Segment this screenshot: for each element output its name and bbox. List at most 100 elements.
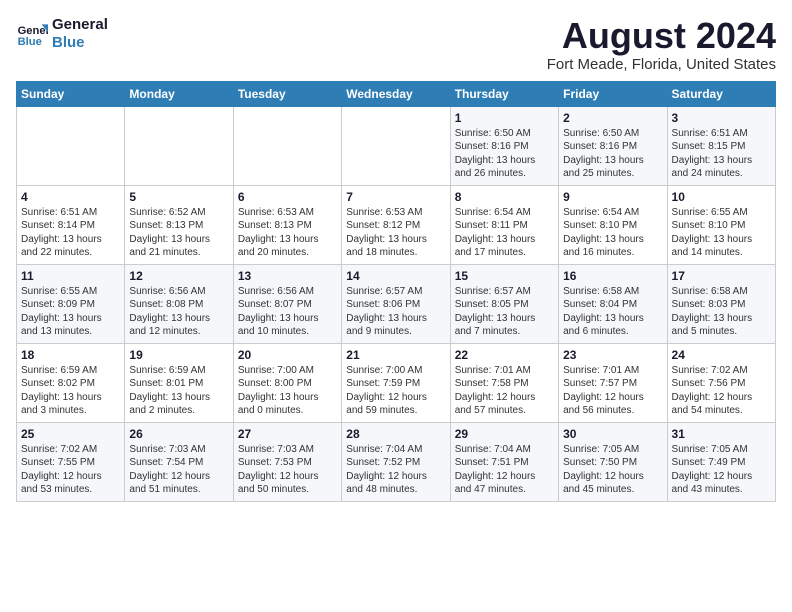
day-number: 16 (563, 269, 662, 283)
day-cell: 20 Sunrise: 7:00 AMSunset: 8:00 PMDayligh… (233, 343, 341, 422)
day-cell (233, 106, 341, 185)
day-cell: 10 Sunrise: 6:55 AMSunset: 8:10 PMDayligh… (667, 185, 775, 264)
day-cell: 14Sunrise: 6:57 AMSunset: 8:06 PMDayligh… (342, 264, 450, 343)
day-info: Sunrise: 6:51 AMSunset: 8:15 PMDaylight:… (672, 127, 771, 181)
day-number: 26 (129, 427, 228, 441)
day-cell: 27 Sunrise: 7:03 AMSunset: 7:53 PMDayligh… (233, 422, 341, 501)
day-number: 10 (672, 190, 771, 204)
day-cell: 2 Sunrise: 6:50 AMSunset: 8:16 PMDaylight… (559, 106, 667, 185)
day-cell: 23Sunrise: 7:01 AMSunset: 7:57 PMDayligh… (559, 343, 667, 422)
page-header: General Blue General Blue August 2024 Fo… (16, 16, 776, 73)
day-number: 30 (563, 427, 662, 441)
day-info: Sunrise: 7:03 AMSunset: 7:53 PMDaylight:… (238, 443, 337, 497)
day-number: 2 (563, 111, 662, 125)
day-info: Sunrise: 6:50 AMSunset: 8:16 PMDaylight:… (563, 127, 662, 181)
day-number: 12 (129, 269, 228, 283)
day-number: 6 (238, 190, 337, 204)
day-info: Sunrise: 7:01 AMSunset: 7:58 PMDaylight:… (455, 364, 554, 418)
day-info: Sunrise: 7:01 AMSunset: 7:57 PMDaylight:… (563, 364, 662, 418)
logo-line1: General (52, 16, 108, 34)
day-cell: 1Sunrise: 6:50 AMSunset: 8:16 PMDaylight… (450, 106, 558, 185)
day-info: Sunrise: 6:56 AMSunset: 8:08 PMDaylight:… (129, 285, 228, 339)
day-info: Sunrise: 7:04 AMSunset: 7:52 PMDaylight:… (346, 443, 445, 497)
day-number: 21 (346, 348, 445, 362)
week-row-3: 11Sunrise: 6:55 AMSunset: 8:09 PMDayligh… (17, 264, 776, 343)
day-cell: 24 Sunrise: 7:02 AMSunset: 7:56 PMDayligh… (667, 343, 775, 422)
day-number: 28 (346, 427, 445, 441)
day-info: Sunrise: 7:00 AMSunset: 7:59 PMDaylight:… (346, 364, 445, 418)
day-info: Sunrise: 6:58 AMSunset: 8:04 PMDaylight:… (563, 285, 662, 339)
day-number: 13 (238, 269, 337, 283)
day-info: Sunrise: 6:59 AMSunset: 8:02 PMDaylight:… (21, 364, 120, 418)
day-info: Sunrise: 6:51 AMSunset: 8:14 PMDaylight:… (21, 206, 120, 260)
day-number: 25 (21, 427, 120, 441)
day-cell: 8 Sunrise: 6:54 AMSunset: 8:11 PMDaylight… (450, 185, 558, 264)
day-number: 31 (672, 427, 771, 441)
day-cell: 16 Sunrise: 6:58 AMSunset: 8:04 PMDayligh… (559, 264, 667, 343)
day-cell: 26Sunrise: 7:03 AMSunset: 7:54 PMDayligh… (125, 422, 233, 501)
day-cell: 15 Sunrise: 6:57 AMSunset: 8:05 PMDayligh… (450, 264, 558, 343)
calendar-table: SundayMondayTuesdayWednesdayThursdayFrid… (16, 81, 776, 502)
week-row-4: 18 Sunrise: 6:59 AMSunset: 8:02 PMDayligh… (17, 343, 776, 422)
day-info: Sunrise: 7:02 AMSunset: 7:55 PMDaylight:… (21, 443, 120, 497)
day-info: Sunrise: 6:54 AMSunset: 8:10 PMDaylight:… (563, 206, 662, 260)
header-cell-thursday: Thursday (450, 81, 558, 106)
week-row-2: 4 Sunrise: 6:51 AMSunset: 8:14 PMDaylight… (17, 185, 776, 264)
day-info: Sunrise: 6:55 AMSunset: 8:10 PMDaylight:… (672, 206, 771, 260)
day-number: 15 (455, 269, 554, 283)
day-cell: 4 Sunrise: 6:51 AMSunset: 8:14 PMDaylight… (17, 185, 125, 264)
day-number: 4 (21, 190, 120, 204)
day-cell: 5Sunrise: 6:52 AMSunset: 8:13 PMDaylight… (125, 185, 233, 264)
day-info: Sunrise: 6:57 AMSunset: 8:05 PMDaylight:… (455, 285, 554, 339)
calendar-title: August 2024 (547, 16, 776, 56)
day-cell: 9Sunrise: 6:54 AMSunset: 8:10 PMDaylight… (559, 185, 667, 264)
day-cell: 12 Sunrise: 6:56 AMSunset: 8:08 PMDayligh… (125, 264, 233, 343)
day-cell: 29 Sunrise: 7:04 AMSunset: 7:51 PMDayligh… (450, 422, 558, 501)
day-info: Sunrise: 6:58 AMSunset: 8:03 PMDaylight:… (672, 285, 771, 339)
day-number: 3 (672, 111, 771, 125)
calendar-subtitle: Fort Meade, Florida, United States (547, 56, 776, 73)
day-number: 20 (238, 348, 337, 362)
day-cell: 6 Sunrise: 6:53 AMSunset: 8:13 PMDaylight… (233, 185, 341, 264)
day-info: Sunrise: 7:00 AMSunset: 8:00 PMDaylight:… (238, 364, 337, 418)
day-number: 29 (455, 427, 554, 441)
day-cell: 7Sunrise: 6:53 AMSunset: 8:12 PMDaylight… (342, 185, 450, 264)
day-info: Sunrise: 6:53 AMSunset: 8:12 PMDaylight:… (346, 206, 445, 260)
svg-text:Blue: Blue (18, 36, 42, 48)
day-number: 22 (455, 348, 554, 362)
day-number: 27 (238, 427, 337, 441)
logo: General Blue General Blue (16, 16, 108, 52)
header-cell-wednesday: Wednesday (342, 81, 450, 106)
day-info: Sunrise: 6:57 AMSunset: 8:06 PMDaylight:… (346, 285, 445, 339)
svg-text:General: General (18, 25, 48, 37)
day-info: Sunrise: 7:04 AMSunset: 7:51 PMDaylight:… (455, 443, 554, 497)
day-info: Sunrise: 7:05 AMSunset: 7:49 PMDaylight:… (672, 443, 771, 497)
header-cell-monday: Monday (125, 81, 233, 106)
day-number: 18 (21, 348, 120, 362)
day-cell: 3 Sunrise: 6:51 AMSunset: 8:15 PMDaylight… (667, 106, 775, 185)
title-block: August 2024 Fort Meade, Florida, United … (547, 16, 776, 73)
day-number: 5 (129, 190, 228, 204)
day-cell: 17 Sunrise: 6:58 AMSunset: 8:03 PMDayligh… (667, 264, 775, 343)
day-number: 17 (672, 269, 771, 283)
day-number: 11 (21, 269, 120, 283)
day-info: Sunrise: 7:02 AMSunset: 7:56 PMDaylight:… (672, 364, 771, 418)
day-cell (17, 106, 125, 185)
day-number: 8 (455, 190, 554, 204)
day-cell: 22 Sunrise: 7:01 AMSunset: 7:58 PMDayligh… (450, 343, 558, 422)
day-number: 24 (672, 348, 771, 362)
header-cell-friday: Friday (559, 81, 667, 106)
day-number: 1 (455, 111, 554, 125)
week-row-5: 25 Sunrise: 7:02 AMSunset: 7:55 PMDayligh… (17, 422, 776, 501)
day-info: Sunrise: 6:53 AMSunset: 8:13 PMDaylight:… (238, 206, 337, 260)
day-cell: 21 Sunrise: 7:00 AMSunset: 7:59 PMDayligh… (342, 343, 450, 422)
day-info: Sunrise: 6:56 AMSunset: 8:07 PMDaylight:… (238, 285, 337, 339)
header-cell-saturday: Saturday (667, 81, 775, 106)
day-info: Sunrise: 7:05 AMSunset: 7:50 PMDaylight:… (563, 443, 662, 497)
day-number: 19 (129, 348, 228, 362)
day-info: Sunrise: 6:54 AMSunset: 8:11 PMDaylight:… (455, 206, 554, 260)
day-cell (125, 106, 233, 185)
day-cell: 19Sunrise: 6:59 AMSunset: 8:01 PMDayligh… (125, 343, 233, 422)
logo-icon: General Blue (16, 18, 48, 50)
week-row-1: 1 Sunrise: 6:50 AMSunset: 8:16 PMDaylight… (17, 106, 776, 185)
